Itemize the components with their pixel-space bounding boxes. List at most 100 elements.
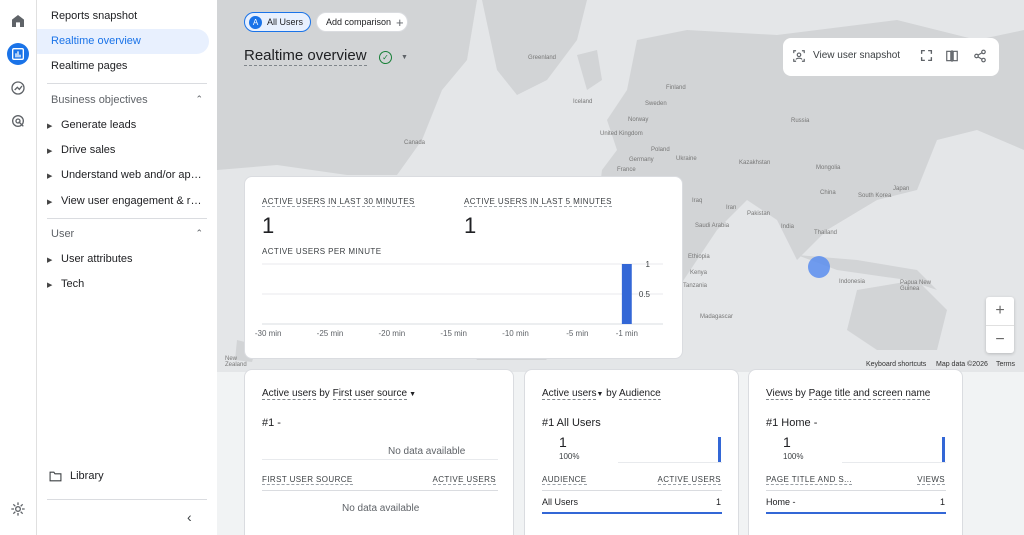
sparkline-baseline — [262, 459, 498, 460]
zoom-in-button[interactable]: + — [986, 297, 1014, 325]
map-label: Thailand — [814, 230, 838, 236]
table-divider — [766, 490, 946, 491]
column-header[interactable]: ACTIVE USERS — [657, 475, 721, 485]
map-label: Indonesia — [839, 279, 866, 285]
map-label: Greenland — [528, 55, 557, 61]
map-label: Tanzania — [683, 283, 708, 289]
card-title[interactable]: Active users▼ by Audience — [542, 388, 661, 400]
caret-down-icon[interactable]: ▼ — [401, 54, 408, 61]
minute-bar[interactable] — [621, 264, 632, 324]
map-label: Iceland — [573, 99, 593, 105]
top-value: 1 — [559, 434, 567, 450]
map-toolbar: View user snapshot — [783, 38, 999, 76]
add-comparison-button[interactable]: Add comparison + — [316, 12, 408, 32]
nav-divider — [47, 218, 207, 219]
metric-selector[interactable]: Active users — [262, 388, 317, 400]
zoom-out-button[interactable]: − — [986, 326, 1014, 354]
map-label: Iraq — [692, 198, 703, 204]
map-label: Norway — [628, 117, 649, 123]
collapse-chevron-left-icon[interactable]: ‹ — [187, 509, 192, 525]
fullscreen-icon[interactable] — [920, 49, 933, 62]
top-percent: 100% — [783, 452, 804, 461]
nav-divider — [47, 499, 207, 500]
settings-gear-icon[interactable] — [7, 498, 29, 520]
column-header[interactable]: AUDIENCE — [542, 475, 587, 485]
nav-user-attributes[interactable]: ▶ User attributes — [47, 253, 207, 265]
home-icon[interactable] — [7, 10, 29, 32]
folder-icon — [49, 471, 62, 481]
all-users-chip[interactable]: A All Users — [244, 12, 311, 32]
page-title-card: Views by Page title and screen name #1 H… — [748, 369, 963, 535]
map-label: South Korea — [858, 193, 892, 199]
nav-sub-label: Understand web and/or app t... — [61, 169, 207, 181]
reports-nav: Reports snapshot Realtime overview Realt… — [37, 0, 217, 535]
map-label: Kenya — [690, 270, 708, 276]
map-user-location-dot[interactable] — [808, 256, 830, 278]
share-icon[interactable] — [973, 49, 987, 63]
user-snapshot-icon[interactable] — [792, 49, 806, 63]
column-header[interactable]: ACTIVE USERS — [432, 475, 496, 485]
top-rank-label: #1 Home - — [766, 417, 818, 429]
metric-selector[interactable]: Views — [766, 388, 793, 400]
nav-section-user[interactable]: User ⌃ — [51, 228, 203, 240]
dimension-selector[interactable]: Page title and screen name — [808, 388, 931, 400]
map-label: Iran — [726, 205, 737, 211]
map-label: Mongolia — [816, 165, 841, 171]
nav-engagement[interactable]: ▶ View user engagement & rete... — [47, 195, 207, 207]
map-label: Ukraine — [676, 156, 697, 162]
nav-understand[interactable]: ▶ Understand web and/or app t... — [47, 169, 207, 181]
column-header[interactable]: FIRST USER SOURCE — [262, 475, 353, 485]
nav-drive-sales[interactable]: ▶ Drive sales — [47, 144, 207, 156]
nav-library[interactable]: Library — [49, 470, 104, 482]
triangle-right-icon: ▶ — [47, 282, 53, 289]
nav-tech[interactable]: ▶ Tech — [47, 278, 207, 290]
map-label: Pakistan — [747, 211, 771, 217]
dimension-selector[interactable]: First user source — [332, 388, 408, 400]
map-label: Kazakhstan — [739, 160, 771, 166]
compare-icon[interactable] — [945, 49, 959, 63]
table-cell-value: 1 — [939, 497, 945, 507]
chevron-up-icon: ⌃ — [195, 94, 203, 104]
nav-realtime-overview[interactable]: Realtime overview — [37, 29, 209, 54]
table-divider — [542, 490, 722, 491]
map-label: Saudi Arabia — [695, 223, 730, 229]
triangle-right-icon: ▶ — [47, 148, 53, 155]
table-divider — [262, 490, 498, 491]
sparkline-bar — [942, 437, 945, 462]
nav-section-label: Business objectives — [51, 94, 148, 106]
nav-realtime-pages[interactable]: Realtime pages — [37, 54, 209, 79]
nav-section-label: User — [51, 228, 75, 240]
nav-reports-snapshot[interactable]: Reports snapshot — [37, 4, 209, 29]
reports-icon[interactable] — [7, 43, 29, 65]
no-data-message: No data available — [388, 446, 466, 457]
card-title[interactable]: Active users by First user source ▼ — [262, 388, 416, 400]
per-minute-bar-chart[interactable]: 1 0.5 -30 min -25 min -20 min -15 min -10 min -… — [245, 177, 684, 360]
metric-selector[interactable]: Active users — [542, 388, 597, 400]
column-header[interactable]: PAGE TITLE AND S... — [766, 475, 852, 485]
first-user-source-card: Active users by First user source ▼ #1 - … — [244, 369, 514, 535]
realtime-summary-card: ACTIVE USERS IN LAST 30 MINUTES 1 ACTIVE… — [244, 176, 683, 359]
map-data-credit: Map data ©2026 — [936, 361, 988, 368]
triangle-right-icon: ▶ — [47, 173, 53, 180]
nav-generate-leads[interactable]: ▶ Generate leads — [47, 119, 207, 131]
terms-link[interactable]: Terms — [996, 361, 1015, 368]
check-circle-icon[interactable]: ✓ — [379, 51, 392, 64]
column-header[interactable]: VIEWS — [917, 475, 945, 485]
advertising-icon[interactable] — [7, 110, 29, 132]
map-zoom-controls: + − — [986, 297, 1014, 353]
top-rank-label: #1 - — [262, 417, 281, 429]
add-comparison-label: Add comparison — [326, 17, 392, 27]
x-tick-label: -5 min — [566, 329, 588, 338]
dimension-selector[interactable]: Audience — [618, 388, 661, 400]
map-label: Canada — [404, 140, 426, 146]
table-cell-value: 1 — [715, 497, 721, 507]
card-title[interactable]: Views by Page title and screen name — [766, 388, 931, 400]
nav-section-business-objectives[interactable]: Business objectives ⌃ — [51, 94, 203, 106]
explore-icon[interactable] — [7, 77, 29, 99]
table-cell-name: All Users — [542, 497, 579, 507]
caret-down-icon[interactable]: ▼ — [409, 391, 416, 398]
map-label: Japan — [893, 186, 910, 192]
keyboard-shortcuts-link[interactable]: Keyboard shortcuts — [866, 361, 926, 368]
view-user-snapshot-button[interactable]: View user snapshot — [813, 50, 900, 61]
triangle-right-icon: ▶ — [47, 257, 53, 264]
